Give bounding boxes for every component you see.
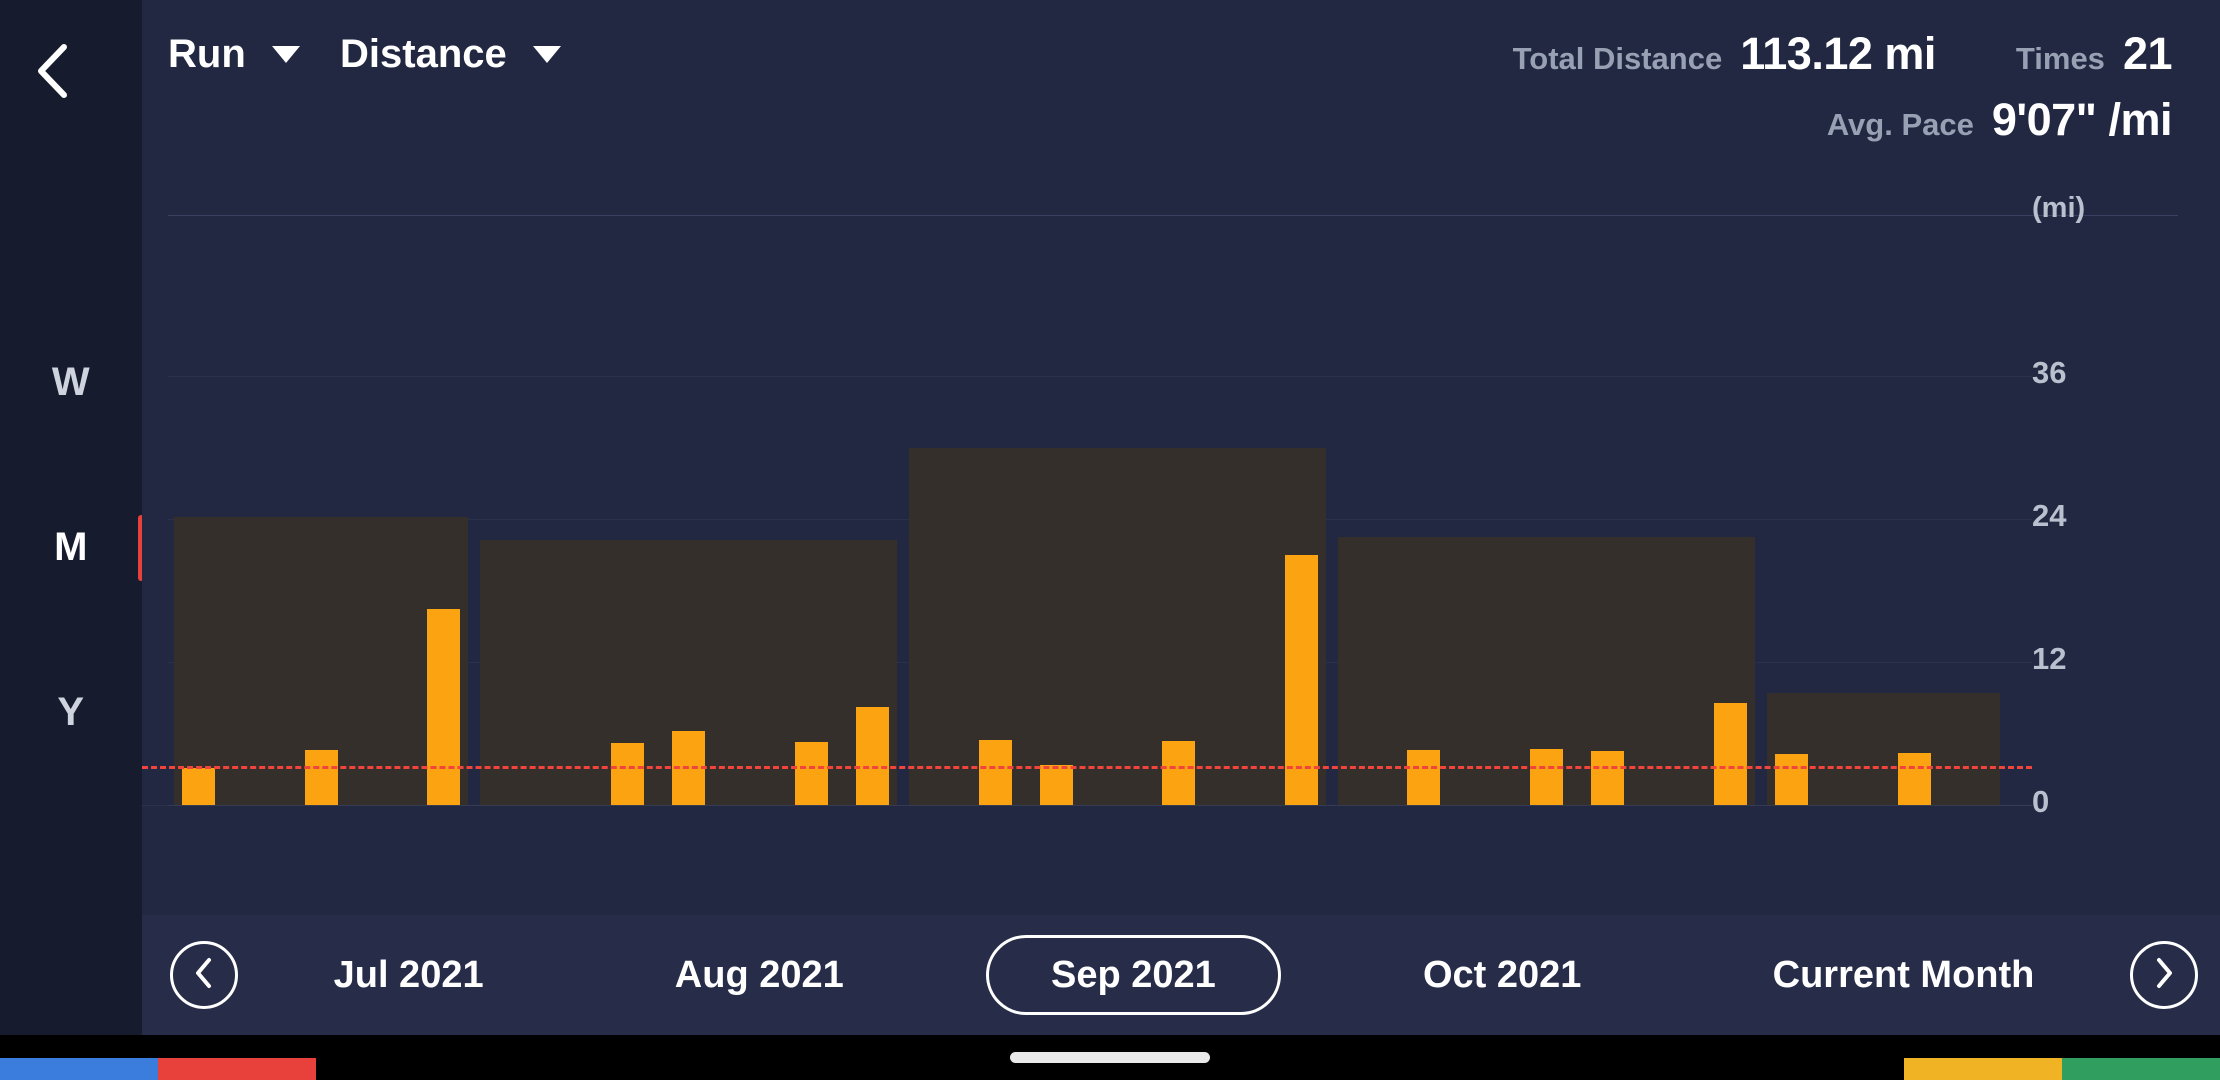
stat-times-value: 21 <box>2122 28 2173 79</box>
chart-bar <box>1591 751 1625 805</box>
dock-icon-green <box>2062 1058 2220 1080</box>
weekly-total-block <box>909 447 1327 805</box>
dock-icon-yellow <box>1904 1058 2062 1080</box>
chart-y-tick-label: 24 <box>2032 498 2067 534</box>
chart-y-tick-label: 0 <box>2032 784 2050 819</box>
summary-stats-row-secondary: Avg. Pace 9'07" /mi <box>1513 94 2173 146</box>
chart-bar <box>304 750 338 805</box>
month-list: Jul 2021 Aug 2021 Sep 2021 Oct 2021 Current … <box>238 915 2130 1035</box>
range-item-m[interactable]: M <box>0 465 144 630</box>
chart-bar <box>1713 702 1747 805</box>
chart-bar <box>1162 740 1196 805</box>
dock-left-icons <box>0 1058 316 1080</box>
stat-total-distance-value: 113.12 mi <box>1740 28 1936 79</box>
activity-type-dropdown[interactable]: Run <box>168 32 300 77</box>
goal-line <box>142 765 2032 769</box>
chart-y-unit-label: (mi) <box>2032 192 2086 224</box>
chart-bar <box>427 608 461 805</box>
month-item-selected[interactable]: Sep 2021 <box>985 935 1281 1015</box>
stat-avg-pace-label: Avg. Pace <box>1826 107 1974 142</box>
range-selector: W M Y <box>0 300 144 795</box>
chart-bar <box>1775 753 1809 805</box>
main-panel: Run Distance Total Distance 113.12 mi Ti… <box>142 0 2220 1035</box>
previous-month-button[interactable] <box>170 941 238 1009</box>
chart-bar <box>856 707 890 805</box>
stats-screen: W M Y Run Distance Total Distance 113.12 m… <box>0 0 2220 1035</box>
chart-bar <box>1407 750 1441 805</box>
chart-y-tick-label: 36 <box>2032 355 2067 391</box>
chevron-left-circle-icon <box>193 957 215 994</box>
chevron-down-icon <box>532 46 561 63</box>
metric-type-dropdown[interactable]: Distance <box>340 32 561 77</box>
back-button[interactable] <box>22 40 84 102</box>
dock-icon-blue <box>0 1058 158 1080</box>
stat-total-distance: Total Distance 113.12 mi <box>1512 28 1937 80</box>
chevron-left-icon <box>33 42 73 100</box>
distance-bar-chart: (mi)0122436 1234567891011121314151617181… <box>142 192 2220 855</box>
stat-times-label: Times <box>2015 41 2105 76</box>
chart-y-axis: (mi) 0 12 24 36 <box>2032 192 2220 855</box>
range-item-y[interactable]: Y <box>0 630 142 795</box>
month-item[interactable]: Aug 2021 <box>626 935 893 1015</box>
metric-type-label: Distance <box>340 32 507 76</box>
chart-gridline <box>168 376 2032 378</box>
range-item-w[interactable]: W <box>0 300 142 465</box>
activity-type-label: Run <box>168 32 246 76</box>
chart-bar <box>182 768 216 805</box>
system-bottom-bar <box>0 1035 2220 1080</box>
chart-bar <box>1039 764 1073 805</box>
summary-stats: Total Distance 113.12 mi Times 21 Avg. P… <box>1512 28 2173 146</box>
chart-bar <box>1897 752 1931 805</box>
chart-bar <box>611 743 644 805</box>
chart-y-tick-label: 12 <box>2032 641 2067 677</box>
range-item-label: W <box>51 360 91 404</box>
chevron-down-icon <box>271 46 300 63</box>
chart-plot-area <box>142 215 2032 855</box>
chart-baseline <box>142 805 2032 806</box>
range-item-label: Y <box>57 690 85 734</box>
stat-times: Times 21 <box>2015 28 2173 80</box>
chart-bar <box>794 741 828 805</box>
chart-bar <box>978 739 1012 805</box>
month-item[interactable]: Jul 2021 <box>285 935 533 1015</box>
range-item-label: M <box>54 525 88 569</box>
header: Run Distance Total Distance 113.12 mi Ti… <box>142 0 2220 215</box>
chevron-right-circle-icon <box>2153 957 2175 994</box>
dock-icon-red <box>158 1058 316 1080</box>
dock-right-icons <box>1904 1058 2220 1080</box>
summary-stats-row-primary: Total Distance 113.12 mi Times 21 <box>1512 28 2173 80</box>
chart-bar <box>1530 749 1563 805</box>
stat-avg-pace-value: 9'07" /mi <box>1991 94 2173 145</box>
next-month-button[interactable] <box>2130 941 2198 1009</box>
month-item[interactable]: Oct 2021 <box>1374 935 1630 1015</box>
month-navigation-bar: Jul 2021 Aug 2021 Sep 2021 Oct 2021 Current … <box>142 915 2220 1035</box>
stat-avg-pace: Avg. Pace 9'07" /mi <box>1826 94 2173 146</box>
home-indicator[interactable] <box>1010 1052 1210 1063</box>
left-rail: W M Y <box>0 0 144 1035</box>
month-item[interactable]: Current Month <box>1724 935 2084 1015</box>
stat-total-distance-label: Total Distance <box>1512 41 1723 76</box>
